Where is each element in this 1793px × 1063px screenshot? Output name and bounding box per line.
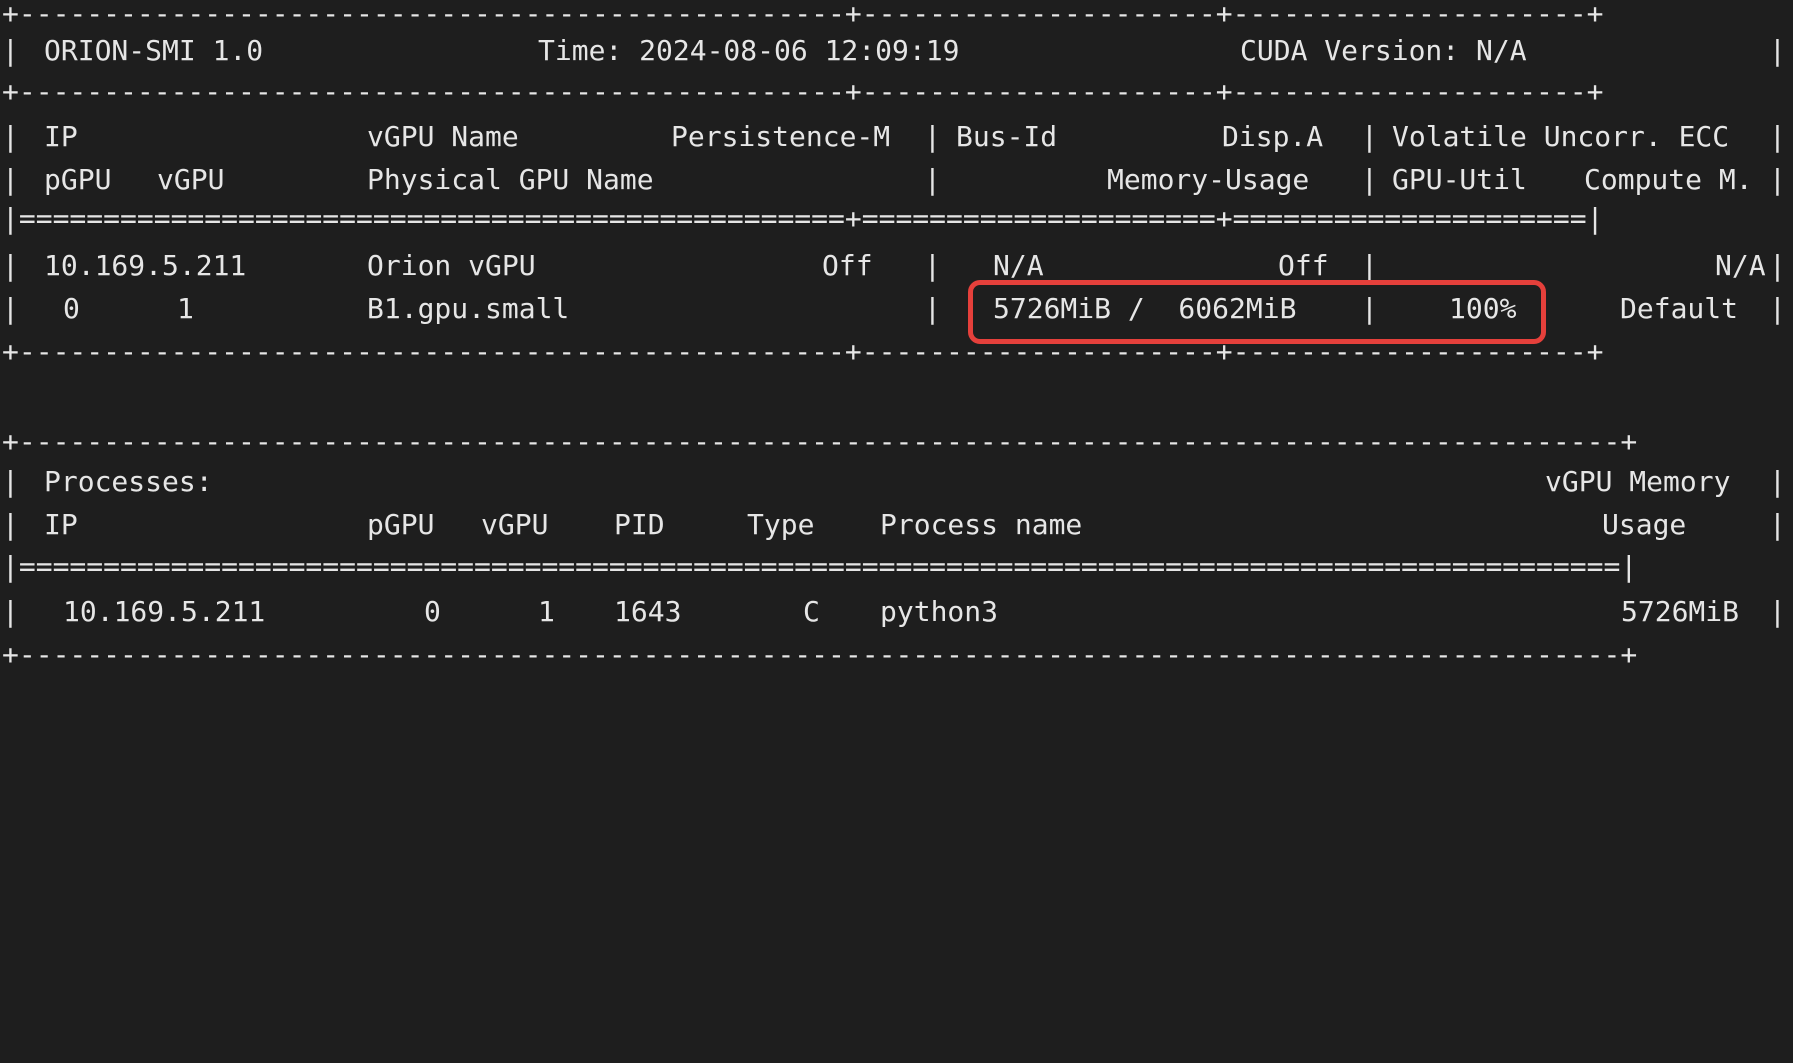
col-vgpu-name: vGPU Name: [367, 120, 519, 153]
terminal-window: +---------------------------------------…: [0, 0, 1793, 671]
gpu-vgpu-name: Orion vGPU: [367, 249, 536, 282]
border-pipe: |: [1769, 249, 1786, 282]
border-pipe: |: [2, 595, 19, 628]
processes-header-row: | IP pGPU vGPU PID Type Process name Usa…: [0, 503, 1793, 546]
tool-version: ORION-SMI 1.0: [44, 34, 264, 67]
processes-title: Processes:: [44, 465, 213, 498]
cuda-version: CUDA Version: N/A: [1240, 34, 1527, 67]
timestamp: Time: 2024-08-06 12:09:19: [538, 34, 960, 67]
processes-border-top: +---------------------------------------…: [0, 420, 1793, 463]
proc-pgpu: 0: [424, 595, 441, 628]
border-pipe: |: [1361, 120, 1378, 153]
gpu-ecc: N/A: [1715, 249, 1766, 282]
border-pipe: |: [2, 34, 19, 67]
col-physical-name: Physical GPU Name: [367, 163, 654, 196]
border-pipe: |: [2, 292, 19, 325]
separator-line: |=======================================…: [2, 202, 1604, 235]
col-ecc: Volatile Uncorr. ECC: [1392, 120, 1730, 153]
proc-col-pid: PID: [614, 508, 665, 541]
gpu-physical-name: B1.gpu.small: [367, 292, 570, 325]
border-pipe: |: [1769, 292, 1786, 325]
border-line: +---------------------------------------…: [2, 425, 1638, 458]
border-line: +---------------------------------------…: [2, 638, 1638, 671]
border-pipe: |: [1769, 34, 1786, 67]
separator-line: |=======================================…: [2, 550, 1638, 583]
border-pipe: |: [1361, 163, 1378, 196]
border-pipe: |: [2, 508, 19, 541]
border-pipe: |: [2, 465, 19, 498]
processes-title-row: | Processes: vGPU Memory |: [0, 460, 1793, 503]
gpu-ip: 10.169.5.211: [44, 249, 247, 282]
gpu-compute: Default: [1620, 292, 1739, 325]
gpu-header-row-2: | pGPU vGPU Physical GPU Name | Memory-U…: [0, 158, 1793, 201]
col-bus-id: Bus-Id: [956, 120, 1058, 153]
border-pipe: |: [1769, 595, 1786, 628]
border-pipe: |: [1769, 120, 1786, 153]
border-pipe: |: [924, 163, 941, 196]
gpu-persistence: Off: [822, 249, 873, 282]
gpu-header-row-1: | IP vGPU Name Persistence-M | Bus-Id Di…: [0, 115, 1793, 158]
border-pipe: |: [1769, 508, 1786, 541]
border-pipe: |: [2, 120, 19, 153]
col-vgpu: vGPU: [157, 163, 225, 196]
border-pipe: |: [2, 163, 19, 196]
proc-col-type: Type: [747, 508, 815, 541]
gpu-pgpu: 0: [63, 292, 80, 325]
border-pipe: |: [1769, 163, 1786, 196]
proc-type: C: [803, 595, 820, 628]
header-row: | ORION-SMI 1.0 Time: 2024-08-06 12:09:1…: [0, 29, 1793, 72]
gpu-vgpu: 1: [177, 292, 194, 325]
border-pipe: |: [924, 249, 941, 282]
proc-ip: 10.169.5.211: [63, 595, 266, 628]
col-gpu-util: GPU-Util: [1392, 163, 1527, 196]
proc-col-pgpu: pGPU: [367, 508, 435, 541]
processes-border-bottom: +---------------------------------------…: [0, 633, 1793, 676]
gpu-table-border-top: +---------------------------------------…: [0, 70, 1793, 113]
processes-separator: |=======================================…: [0, 545, 1793, 588]
col-pgpu: pGPU: [44, 163, 112, 196]
proc-col-ip: IP: [44, 508, 78, 541]
col-disp: Disp.A: [1222, 120, 1324, 153]
memory-util-highlight-box: [968, 280, 1546, 344]
border-pipe: |: [1769, 465, 1786, 498]
border-pipe: |: [924, 120, 941, 153]
gpu-table-separator: |=======================================…: [0, 197, 1793, 240]
vgpu-memory-header: vGPU Memory: [1545, 465, 1731, 498]
col-persistence: Persistence-M: [671, 120, 891, 153]
proc-pid: 1643: [614, 595, 682, 628]
process-row: | 10.169.5.211 0 1 1643 C python3 5726Mi…: [0, 590, 1793, 633]
proc-col-process-name: Process name: [880, 508, 1083, 541]
proc-vgpu: 1: [538, 595, 555, 628]
border-pipe: |: [924, 292, 941, 325]
border-pipe: |: [2, 249, 19, 282]
col-compute: Compute M.: [1584, 163, 1753, 196]
col-memory-usage: Memory-Usage: [1107, 163, 1310, 196]
col-ip: IP: [44, 120, 78, 153]
proc-name: python3: [880, 595, 999, 628]
proc-col-usage: Usage: [1602, 508, 1687, 541]
proc-col-vgpu: vGPU: [481, 508, 549, 541]
proc-usage: 5726MiB: [1621, 595, 1740, 628]
border-line: +---------------------------------------…: [2, 75, 1604, 108]
